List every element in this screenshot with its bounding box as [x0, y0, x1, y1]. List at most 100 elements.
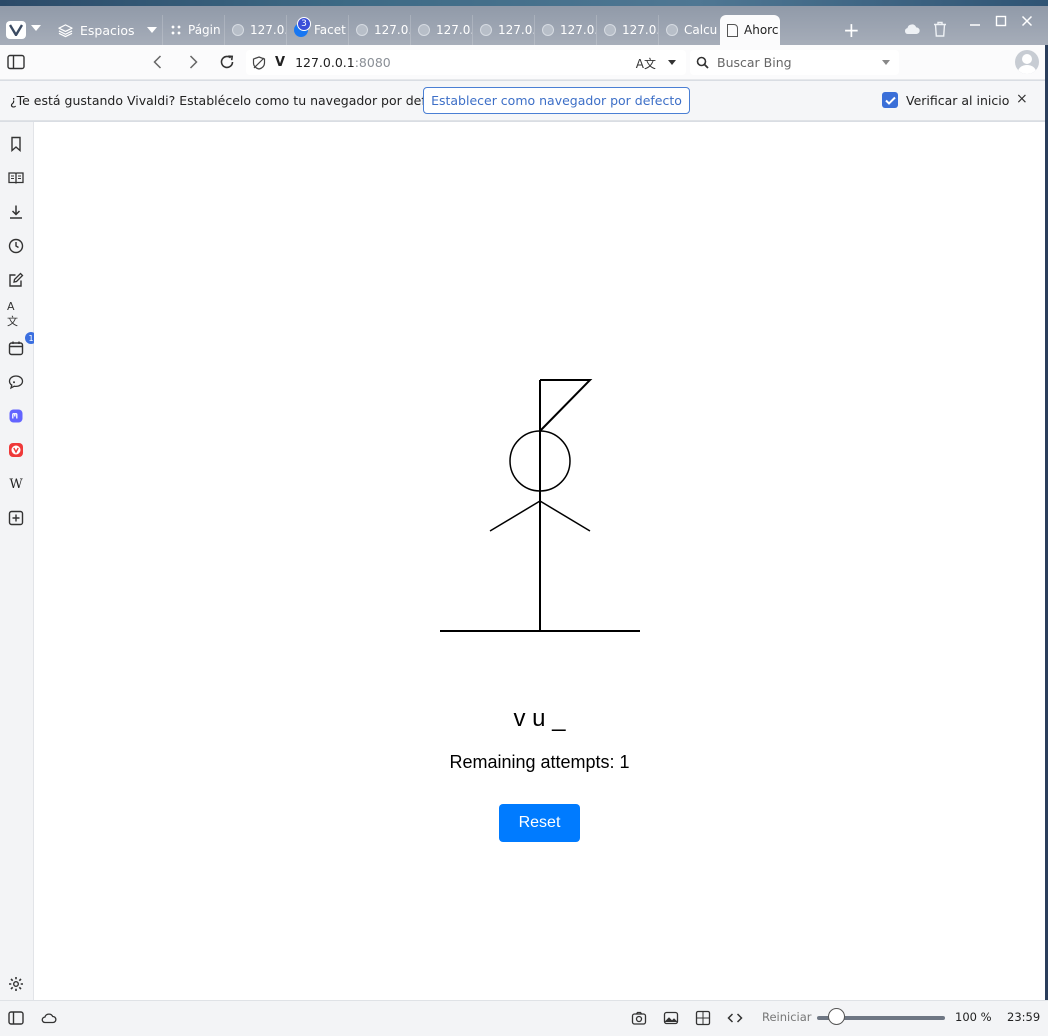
tab-localhost[interactable]: 127.0. — [534, 15, 596, 45]
url-field[interactable]: V 127.0.0.1:8080 A文 — [246, 50, 686, 75]
globe-icon — [480, 24, 492, 36]
word-display: v u _ — [513, 705, 566, 732]
reading-list-icon[interactable] — [7, 169, 25, 187]
sync-cloud-icon[interactable] — [903, 22, 921, 36]
back-icon[interactable] — [149, 53, 167, 71]
grid-icon — [170, 24, 182, 36]
hangman-right-arm — [539, 500, 591, 532]
panel-toggle-icon[interactable] — [8, 1010, 24, 1026]
translate-icon[interactable]: A文 — [7, 300, 25, 328]
address-bar: V 127.0.0.1:8080 A文 Buscar Bing — [0, 45, 1048, 80]
verify-on-start-checkbox[interactable] — [882, 92, 898, 108]
globe-icon — [232, 24, 244, 36]
forward-icon[interactable] — [184, 53, 202, 71]
tab-localhost[interactable]: 127.0. — [472, 15, 534, 45]
globe-icon — [666, 24, 678, 36]
code-icon[interactable] — [727, 1010, 743, 1026]
close-window-button[interactable] — [1017, 12, 1037, 30]
search-field[interactable]: Buscar Bing — [690, 50, 899, 75]
tab-hangman-active[interactable]: Ahorc — [720, 15, 780, 45]
history-icon[interactable] — [7, 237, 25, 255]
translate-icon[interactable]: A文 — [636, 55, 656, 72]
tab-localhost[interactable]: 127.0. — [410, 15, 472, 45]
feed-icon[interactable] — [7, 373, 25, 391]
reload-icon[interactable] — [218, 53, 236, 71]
wikipedia-icon[interactable]: W — [7, 475, 25, 493]
page-icon — [727, 23, 738, 37]
tab-localhost[interactable]: 127.0. — [348, 15, 410, 45]
close-notification-icon[interactable]: × — [1016, 91, 1028, 107]
set-default-browser-button[interactable]: Establecer como navegador por defecto — [423, 87, 690, 114]
tab-title: Calcu — [684, 23, 718, 37]
reset-button[interactable]: Reset — [499, 804, 580, 842]
vivaldi-logo-icon — [9, 24, 23, 36]
notification-message: ¿Te está gustando Vivaldi? Establécelo c… — [10, 93, 457, 108]
status-bar: Reiniciar 100 % 23:59 — [0, 1000, 1048, 1036]
url-host: 127.0.0.1 — [295, 55, 355, 70]
bookmark-icon[interactable] — [7, 135, 25, 153]
zoom-slider-thumb[interactable] — [828, 1008, 846, 1025]
tab-title: 127.0. — [374, 23, 410, 37]
search-placeholder: Buscar Bing — [717, 55, 792, 70]
tab-title: Facet — [314, 23, 346, 37]
globe-icon — [418, 24, 430, 36]
trash-icon[interactable] — [933, 21, 947, 37]
tab-title: Págin — [188, 23, 221, 37]
new-tab-button[interactable]: + — [843, 20, 860, 40]
url-port: :8080 — [354, 55, 391, 70]
globe-icon — [604, 24, 616, 36]
add-panel-icon[interactable] — [7, 509, 25, 527]
mastodon-icon[interactable] — [7, 407, 25, 425]
camera-icon[interactable] — [631, 1010, 647, 1026]
page-content: v u _ Remaining attempts: 1 Reset — [34, 122, 1045, 1000]
notification-badge: 3 — [297, 17, 311, 31]
side-panel: A文 1 W — [0, 122, 37, 1000]
clock: 23:59 — [1007, 1010, 1041, 1024]
layers-icon — [58, 23, 73, 37]
hangman-drawing — [440, 379, 640, 632]
close-icon — [1021, 15, 1033, 27]
hangman-left-arm — [489, 500, 541, 532]
minimize-icon — [970, 24, 980, 26]
notes-icon[interactable] — [7, 271, 25, 289]
vivaldi-icon[interactable] — [7, 441, 25, 459]
globe-icon — [542, 24, 554, 36]
sync-cloud-icon[interactable] — [41, 1010, 57, 1026]
tab-strip: Págin 127.0. Facet 127.0. 127.0. 127.0. — [162, 15, 780, 45]
reset-zoom-button[interactable]: Reiniciar — [762, 1010, 812, 1024]
checkmark-icon — [884, 96, 896, 105]
tab-facebook[interactable]: Facet — [286, 15, 348, 45]
chevron-down-icon[interactable] — [31, 25, 41, 31]
maximize-icon — [995, 15, 1007, 27]
shield-blocked-icon[interactable] — [252, 55, 266, 70]
image-icon[interactable] — [663, 1010, 679, 1026]
remaining-attempts: Remaining attempts: 1 — [449, 752, 630, 772]
panel-toggle-icon[interactable] — [7, 54, 25, 70]
tab-localhost[interactable]: 127.0. — [596, 15, 658, 45]
download-icon[interactable] — [7, 203, 25, 221]
minimize-button[interactable] — [965, 12, 985, 30]
maximize-button[interactable] — [991, 12, 1011, 30]
vivaldi-menu-button[interactable] — [6, 21, 26, 39]
tab-bar: Espacios Págin 127.0. Facet 127.0. 127.0… — [0, 0, 1048, 45]
chevron-down-icon — [146, 27, 157, 33]
browser-window: Espacios Págin 127.0. Facet 127.0. 127.0… — [0, 0, 1048, 1036]
gallows-beam — [539, 379, 593, 432]
chevron-down-icon[interactable] — [882, 60, 890, 65]
verify-on-start-label[interactable]: Verificar al inicio — [906, 93, 1009, 108]
tab-title: 127.0. — [250, 23, 286, 37]
workspaces-button[interactable]: Espacios — [58, 19, 157, 41]
zoom-level: 100 % — [955, 1010, 992, 1024]
search-icon — [696, 56, 709, 69]
page-tiling-icon[interactable] — [695, 1010, 711, 1026]
default-browser-notification: ¿Te está gustando Vivaldi? Establécelo c… — [0, 81, 1048, 121]
tab-localhost[interactable]: 127.0. — [224, 15, 286, 45]
tab-title: 127.0. — [622, 23, 658, 37]
tab-calculator[interactable]: Calcu — [658, 15, 720, 45]
calendar-icon[interactable]: 1 — [7, 332, 37, 357]
tab-title: Ahorc — [744, 23, 779, 37]
settings-gear-icon[interactable] — [7, 975, 25, 993]
chevron-down-icon[interactable] — [668, 60, 676, 65]
profile-avatar-icon[interactable] — [1015, 50, 1039, 74]
tab-pages[interactable]: Págin — [162, 15, 224, 45]
